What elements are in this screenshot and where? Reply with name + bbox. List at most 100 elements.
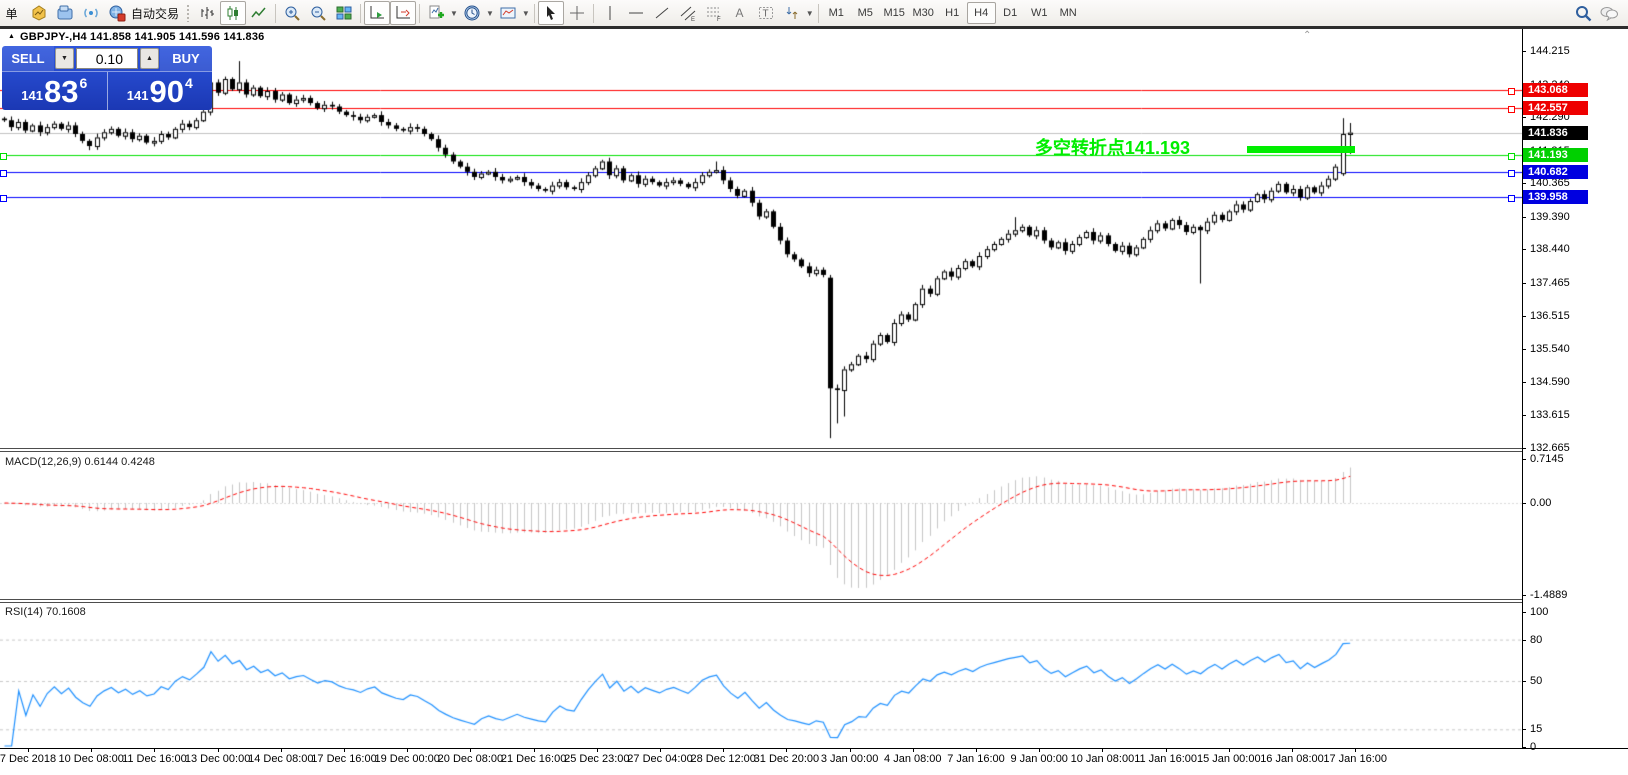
toolbar-separator — [817, 3, 819, 23]
signals-icon[interactable] — [78, 1, 104, 25]
time-tick-dash — [723, 749, 725, 752]
line-chart-icon[interactable] — [246, 1, 272, 25]
svg-text:T: T — [762, 9, 768, 20]
candlestick-chart-icon[interactable] — [220, 1, 247, 25]
zoom-out-icon[interactable] — [305, 1, 331, 25]
toolbar-drag-handle[interactable] — [186, 4, 192, 22]
timeframe-button-m30[interactable]: M30 — [909, 2, 938, 24]
time-axis-label: 27 Dec 04:00 — [627, 753, 693, 765]
rsi-tick-label: 50 — [1530, 675, 1543, 687]
level-line-handle[interactable] — [0, 195, 7, 203]
price-tick-label: 134.590 — [1530, 375, 1570, 388]
periods-icon[interactable] — [459, 1, 485, 25]
volume-increase-button[interactable]: ▲ — [140, 48, 159, 69]
timeframe-button-m1[interactable]: M1 — [822, 2, 851, 24]
timeframe-button-d1[interactable]: D1 — [996, 2, 1025, 24]
price-badge: 141.193 — [1523, 147, 1588, 162]
timeframe-button-m15[interactable]: M15 — [880, 2, 909, 24]
arrows-icon[interactable] — [779, 1, 805, 25]
profiles-icon[interactable] — [52, 1, 78, 25]
fibonacci-icon[interactable]: F — [701, 1, 727, 25]
bar-chart-icon[interactable] — [194, 1, 220, 25]
time-axis-label: 15 Jan 00:00 — [1196, 753, 1261, 765]
price-chart-canvas[interactable] — [0, 28, 1522, 448]
buy-button[interactable]: BUY — [160, 46, 212, 71]
level-line-handle[interactable] — [1508, 152, 1515, 160]
arrows-dropdown-caret[interactable]: ▼ — [806, 9, 814, 18]
buy-price-sup: 4 — [184, 75, 193, 91]
price-tick-dash — [1522, 349, 1526, 351]
level-line-handle[interactable] — [1508, 170, 1515, 178]
timeframe-button-h4[interactable]: H4 — [966, 2, 996, 24]
level-line-handle[interactable] — [1508, 88, 1515, 96]
timeframe-button-h1[interactable]: H1 — [938, 2, 967, 24]
tile-windows-icon[interactable] — [331, 1, 357, 25]
sell-button[interactable]: SELL — [2, 46, 54, 71]
equidistant-channel-icon[interactable]: E — [675, 1, 701, 25]
rsi-pane-splitter[interactable] — [0, 599, 1522, 603]
time-axis-label: 7 Dec 2018 — [0, 753, 57, 765]
new-order-button[interactable]: 单 — [0, 1, 26, 25]
autotrading-icon[interactable] — [104, 1, 130, 25]
macd-pane-splitter[interactable] — [0, 448, 1522, 452]
time-tick-dash — [786, 749, 788, 752]
cursor-icon[interactable] — [537, 1, 564, 25]
periods-dropdown-caret[interactable]: ▼ — [486, 9, 494, 18]
sell-price[interactable]: 141 83 6 — [2, 72, 108, 110]
macd-tick-dash — [1522, 594, 1526, 596]
text-icon[interactable]: A — [727, 1, 753, 25]
time-tick-dash — [28, 749, 29, 752]
time-tick-dash — [976, 749, 977, 752]
vertical-line-icon[interactable] — [597, 1, 623, 25]
search-icon[interactable] — [1570, 1, 1596, 25]
timeframe-button-mn[interactable]: MN — [1054, 2, 1083, 24]
zoom-in-icon[interactable] — [279, 1, 305, 25]
price-badge: 139.958 — [1523, 190, 1588, 205]
time-axis-label: 17 Jan 16:00 — [1323, 753, 1387, 765]
time-tick-dash — [660, 749, 661, 752]
rsi-tick-label: 15 — [1530, 723, 1543, 736]
price-badge: 141.836 — [1523, 125, 1588, 140]
time-tick-dash — [470, 749, 472, 752]
chart-shift-marker[interactable]: ⌃ — [1303, 30, 1311, 41]
trendline-icon[interactable] — [649, 1, 675, 25]
templates-icon[interactable] — [495, 1, 521, 25]
one-click-collapse-icon[interactable]: ▲ — [8, 33, 15, 40]
level-line-handle[interactable] — [1508, 195, 1515, 203]
level-line-handle[interactable] — [1508, 105, 1515, 113]
level-line-handle[interactable] — [0, 152, 7, 160]
time-tick-dash — [533, 749, 535, 752]
indicators-dropdown-caret[interactable]: ▼ — [450, 9, 458, 18]
macd-tick-label: 0.7145 — [1530, 453, 1564, 465]
horizontal-line-icon[interactable] — [623, 1, 649, 25]
templates-dropdown-caret[interactable]: ▼ — [522, 9, 530, 18]
pivot-annotation-text[interactable]: 多空转折点141.193 — [1035, 134, 1190, 160]
price-tick-dash — [1522, 51, 1526, 52]
toolbar-separator — [275, 3, 277, 23]
timeframe-button-w1[interactable]: W1 — [1025, 2, 1054, 24]
sell-price-sup: 6 — [79, 75, 88, 91]
price-tick-label: 139.390 — [1530, 210, 1570, 223]
time-tick-dash — [154, 749, 156, 752]
timeframe-button-m5[interactable]: M5 — [851, 2, 880, 24]
time-tick-dash — [1292, 749, 1293, 752]
pivot-highlight-bar[interactable] — [1247, 146, 1355, 153]
chart-shift-icon[interactable] — [390, 1, 417, 25]
text-label-icon[interactable]: T — [753, 1, 779, 25]
crosshair-icon[interactable] — [564, 1, 590, 25]
macd-pane-canvas[interactable] — [0, 452, 1522, 599]
auto-scroll-icon[interactable] — [364, 1, 391, 25]
autotrading-label[interactable]: 自动交易 — [131, 5, 179, 22]
volume-input[interactable]: 0.10 — [76, 48, 138, 69]
chat-icon[interactable] — [1596, 1, 1622, 25]
level-line-handle[interactable] — [0, 170, 7, 178]
volume-decrease-button[interactable]: ▼ — [55, 48, 74, 69]
price-tick-dash — [1522, 282, 1526, 284]
price-tick-dash — [1522, 381, 1526, 383]
rsi-pane-canvas[interactable] — [0, 603, 1522, 748]
indicators-icon[interactable] — [423, 1, 449, 25]
toolbar-separator — [592, 3, 594, 23]
macd-tick-label: 0.00 — [1530, 497, 1552, 509]
buy-price[interactable]: 141 90 4 — [108, 72, 213, 110]
new-chart-icon[interactable] — [26, 1, 52, 25]
